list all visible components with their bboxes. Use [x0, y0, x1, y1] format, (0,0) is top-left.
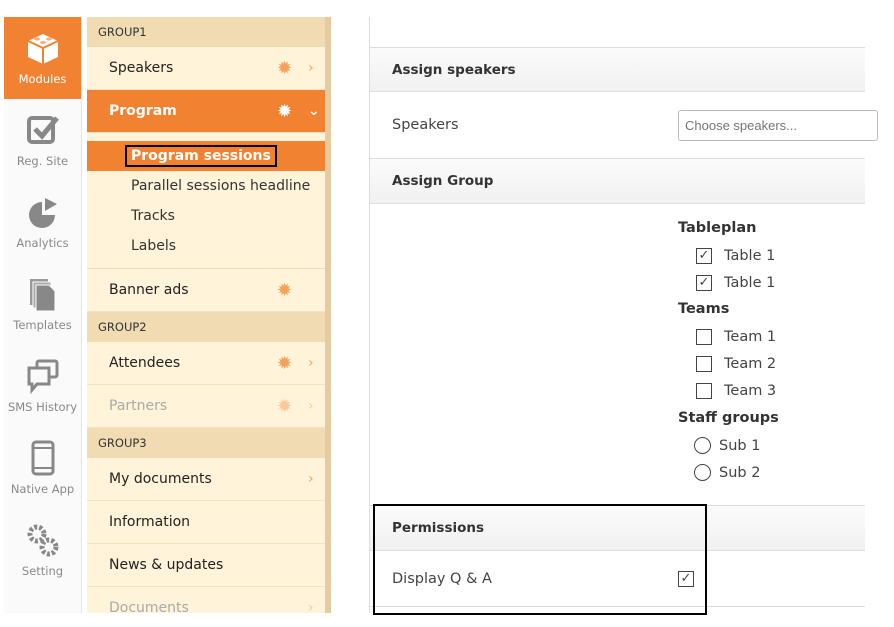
option-label: Team 2: [724, 356, 777, 372]
gear-icon[interactable]: ✹: [277, 58, 292, 79]
rail-analytics[interactable]: Analytics: [4, 181, 81, 263]
nav-speakers[interactable]: Speakers ✹ ›: [87, 47, 325, 90]
nav-attendees[interactable]: Attendees ✹ ›: [87, 342, 325, 385]
team-checkbox[interactable]: Team 1: [696, 329, 776, 345]
rail-label: Native App: [10, 482, 75, 496]
rail-label: Setting: [21, 564, 64, 578]
nav-label: Program: [109, 103, 177, 119]
option-label: Sub 1: [719, 437, 761, 454]
teams-label: Teams: [678, 301, 730, 317]
tableplan-label: Tableplan: [678, 220, 757, 236]
option-label: Team 3: [724, 383, 777, 399]
nav-banner-ads[interactable]: Banner ads ✹: [87, 269, 325, 312]
staff-groups-label: Staff groups: [678, 410, 779, 426]
rail-label: Templates: [13, 318, 72, 332]
nav-program-sessions[interactable]: Program sessions: [87, 141, 325, 171]
nav-label: Banner ads: [109, 282, 189, 298]
staff-radio[interactable]: Sub 1: [694, 437, 760, 454]
option-label: Sub 2: [719, 464, 761, 481]
staff-radio[interactable]: Sub 2: [694, 464, 760, 481]
nav-label: Partners: [109, 398, 168, 414]
group-header: GROUP1: [87, 17, 325, 47]
gear-icon[interactable]: ✹: [277, 101, 292, 122]
rail-label: SMS History: [7, 400, 78, 414]
chevron-right-icon: ›: [308, 60, 314, 76]
nav-label: Tracks: [131, 208, 175, 224]
speakers-label: Speakers: [392, 117, 459, 133]
chat-bubbles-icon: [27, 359, 58, 394]
group-header: GROUP3: [87, 428, 325, 458]
module-nav: GROUP1 Speakers ✹ › Program ✹ ⌄ Program sess…: [87, 17, 325, 613]
checkbox[interactable]: ✓: [696, 275, 712, 291]
checkbox[interactable]: ✓: [696, 248, 712, 264]
rail-templates[interactable]: Templates: [4, 263, 81, 345]
rail-label: Reg. Site: [16, 154, 69, 168]
chevron-right-icon: ›: [308, 600, 314, 613]
gear-icon[interactable]: ✹: [277, 353, 292, 374]
pie-chart-icon: [28, 198, 57, 228]
gear-icon[interactable]: ✹: [277, 396, 292, 417]
checkbox[interactable]: [696, 383, 712, 399]
team-checkbox[interactable]: Team 2: [696, 356, 776, 372]
checkbox[interactable]: [696, 329, 712, 345]
option-label: Table 1: [724, 275, 776, 291]
rail-sms-history[interactable]: SMS History: [4, 345, 81, 427]
nav-information[interactable]: Information: [87, 501, 325, 544]
nav-label: My documents: [109, 471, 212, 487]
rail-label: Analytics: [16, 236, 69, 250]
chevron-down-icon: ⌄: [308, 103, 320, 119]
rail-reg-site[interactable]: Reg. Site: [4, 99, 81, 181]
section-header: Assign Group: [370, 159, 865, 204]
module-rail: Modules Reg. Site Analytics Templates SM…: [4, 17, 82, 613]
checkbox[interactable]: [696, 356, 712, 372]
nav-program[interactable]: Program ✹ ⌄: [87, 90, 325, 133]
speakers-select[interactable]: [678, 109, 878, 141]
nav-news[interactable]: News & updates: [87, 544, 325, 587]
permissions-highlight-box: [373, 504, 707, 615]
nav-label: Parallel sessions headline: [131, 178, 311, 194]
nav-partners[interactable]: Partners ✹ ›: [87, 385, 325, 428]
documents-icon: [29, 279, 55, 312]
nav-label: News & updates: [109, 557, 224, 573]
nav-parallel-sessions[interactable]: Parallel sessions headline: [87, 171, 325, 201]
gear-icon[interactable]: ✹: [277, 280, 292, 301]
lego-blocks-icon: [27, 34, 58, 64]
team-checkbox[interactable]: Team 3: [696, 383, 776, 399]
checkbox-icon: [26, 116, 59, 144]
section-header: Assign speakers: [370, 47, 865, 92]
rail-modules[interactable]: Modules: [4, 17, 81, 99]
chevron-right-icon: ›: [308, 398, 314, 414]
radio[interactable]: [694, 437, 711, 454]
gears-icon: [27, 524, 58, 557]
nav-scrollbar[interactable]: [325, 17, 331, 613]
nav-labels[interactable]: Labels: [87, 231, 325, 261]
option-label: Table 1: [724, 248, 776, 264]
option-label: Team 1: [724, 329, 777, 345]
table-checkbox[interactable]: ✓ Table 1: [696, 248, 775, 264]
radio[interactable]: [694, 464, 711, 481]
chevron-right-icon: ›: [308, 355, 314, 371]
rail-native-app[interactable]: Native App: [4, 427, 81, 509]
mobile-icon: [31, 440, 54, 476]
nav-documents[interactable]: Documents ›: [87, 587, 325, 613]
nav-label: Documents: [109, 600, 189, 613]
chevron-right-icon: ›: [308, 471, 314, 487]
nav-label: Information: [109, 514, 191, 530]
nav-label: Labels: [131, 238, 177, 254]
nav-label: Speakers: [109, 60, 174, 76]
nav-my-documents[interactable]: My documents ›: [87, 458, 325, 501]
nav-label: Program sessions: [125, 145, 277, 167]
nav-label: Attendees: [109, 355, 181, 371]
rail-setting[interactable]: Setting: [4, 509, 81, 591]
nav-tracks[interactable]: Tracks: [87, 201, 325, 231]
group-header: GROUP2: [87, 312, 325, 342]
table-checkbox[interactable]: ✓ Table 1: [696, 275, 775, 291]
rail-label: Modules: [18, 72, 67, 86]
